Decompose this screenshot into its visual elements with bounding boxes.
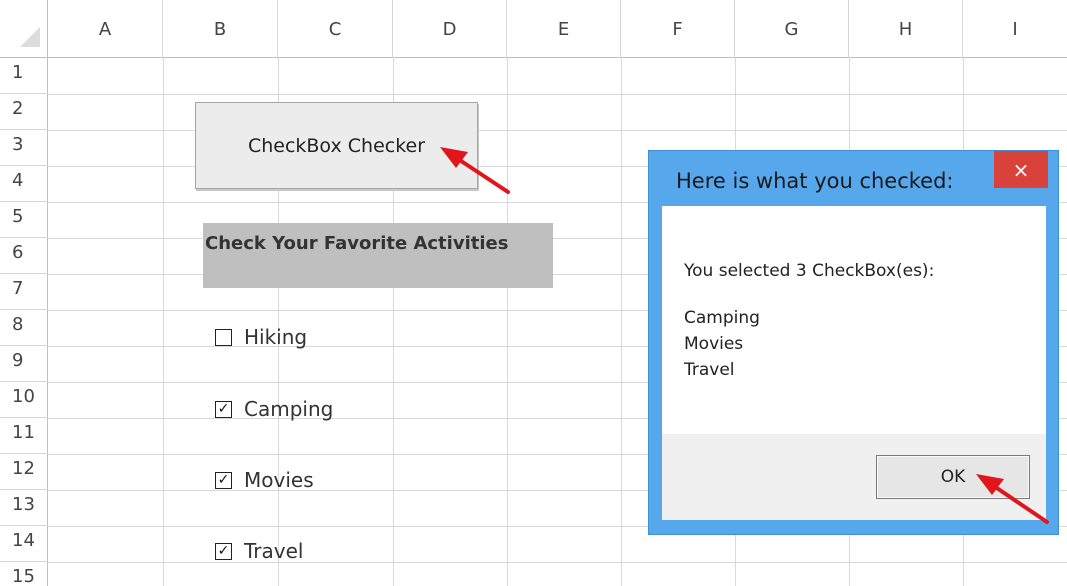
row-header-bar: 1 2 3 4 5 6 7 8 9 10 11 12 13 14 15 bbox=[0, 58, 48, 586]
dialog-title: Here is what you checked: bbox=[676, 169, 954, 193]
column-header-f[interactable]: F bbox=[621, 0, 735, 58]
row-header-15[interactable]: 15 bbox=[0, 562, 48, 586]
gridline bbox=[507, 58, 508, 586]
selected-item: Camping bbox=[684, 308, 760, 328]
checkbox-label: Travel bbox=[244, 539, 304, 563]
gridline bbox=[621, 58, 622, 586]
select-all-triangle-icon bbox=[20, 27, 40, 47]
favorite-activities-label: Check Your Favorite Activities bbox=[203, 223, 553, 288]
selected-item: Movies bbox=[684, 334, 744, 354]
checkbox-label: Movies bbox=[244, 468, 314, 492]
message-box-dialog: Here is what you checked: × You selected… bbox=[648, 150, 1059, 535]
column-header-h[interactable]: H bbox=[849, 0, 963, 58]
spreadsheet: A B C D E F G H I 1 2 3 4 5 6 7 8 9 10 1… bbox=[0, 0, 1067, 586]
dialog-message: You selected 3 CheckBox(es): bbox=[684, 261, 935, 281]
column-header-c[interactable]: C bbox=[278, 0, 393, 58]
column-header-g[interactable]: G bbox=[735, 0, 849, 58]
checkbox-label: Hiking bbox=[244, 325, 308, 349]
close-icon: × bbox=[1012, 157, 1030, 182]
row-header-7[interactable]: 7 bbox=[0, 274, 48, 310]
checkbox-checker-button[interactable]: CheckBox Checker bbox=[195, 102, 478, 189]
checkbox-box[interactable]: ✓ bbox=[215, 542, 232, 560]
checkbox-travel[interactable]: ✓ Travel bbox=[215, 531, 303, 571]
close-button[interactable]: × bbox=[994, 151, 1048, 188]
checkbox-label: Camping bbox=[244, 397, 334, 421]
row-header-4[interactable]: 4 bbox=[0, 166, 48, 202]
row-header-12[interactable]: 12 bbox=[0, 454, 48, 490]
row-header-1[interactable]: 1 bbox=[0, 58, 48, 94]
checkbox-movies[interactable]: ✓ Movies bbox=[215, 460, 314, 500]
row-header-11[interactable]: 11 bbox=[0, 418, 48, 454]
column-header-bar: A B C D E F G H I bbox=[0, 0, 1067, 58]
checkbox-box[interactable]: ✓ bbox=[215, 471, 232, 489]
gridline bbox=[48, 94, 1067, 95]
gridline bbox=[163, 58, 164, 586]
row-header-8[interactable]: 8 bbox=[0, 310, 48, 346]
row-header-5[interactable]: 5 bbox=[0, 202, 48, 238]
selected-item: Travel bbox=[684, 360, 735, 380]
row-header-10[interactable]: 10 bbox=[0, 382, 48, 418]
checkbox-hiking[interactable]: Hiking bbox=[215, 317, 307, 357]
column-header-d[interactable]: D bbox=[393, 0, 507, 58]
column-header-b[interactable]: B bbox=[163, 0, 278, 58]
ok-button[interactable]: OK bbox=[876, 455, 1030, 499]
row-header-13[interactable]: 13 bbox=[0, 490, 48, 526]
row-header-14[interactable]: 14 bbox=[0, 526, 48, 562]
row-header-2[interactable]: 2 bbox=[0, 94, 48, 130]
column-header-a[interactable]: A bbox=[48, 0, 163, 58]
row-header-3[interactable]: 3 bbox=[0, 130, 48, 166]
checkbox-camping[interactable]: ✓ Camping bbox=[215, 389, 333, 429]
column-header-i[interactable]: I bbox=[963, 0, 1067, 58]
checkbox-box[interactable] bbox=[215, 328, 232, 346]
row-header-9[interactable]: 9 bbox=[0, 346, 48, 382]
select-all-corner[interactable] bbox=[0, 0, 48, 58]
dialog-footer: OK bbox=[662, 434, 1046, 520]
column-header-e[interactable]: E bbox=[507, 0, 621, 58]
checkbox-box[interactable]: ✓ bbox=[215, 400, 232, 418]
dialog-body: You selected 3 CheckBox(es): Camping Mov… bbox=[662, 206, 1046, 434]
row-header-6[interactable]: 6 bbox=[0, 238, 48, 274]
gridline bbox=[48, 562, 1067, 563]
